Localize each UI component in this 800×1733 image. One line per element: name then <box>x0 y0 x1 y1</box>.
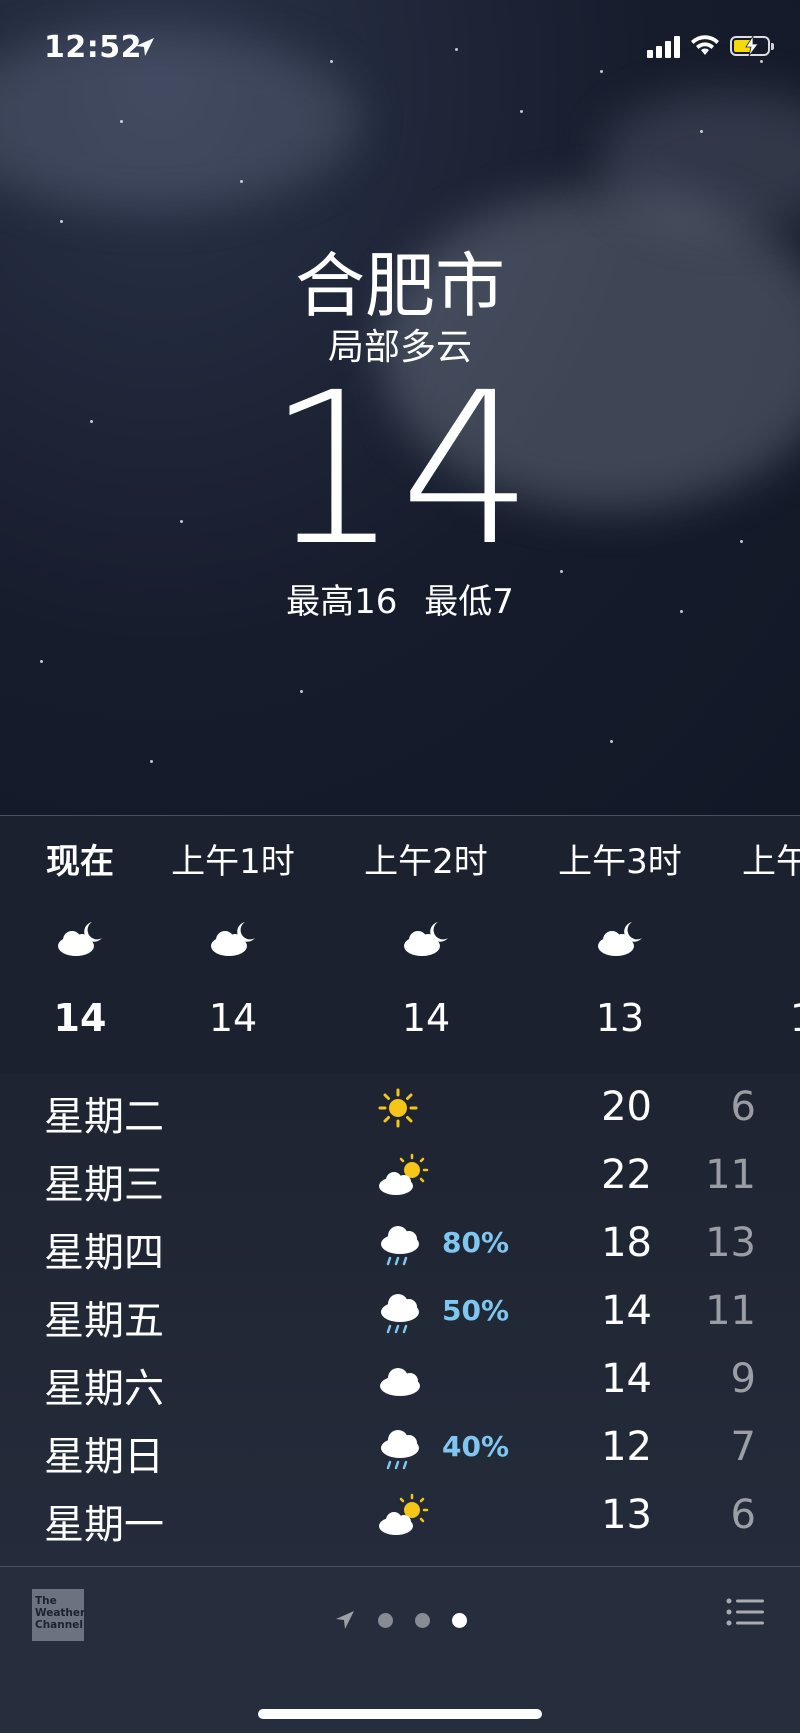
battery-icon <box>730 36 774 56</box>
day-high: 12 <box>601 1424 652 1470</box>
day-high: 13 <box>601 1492 652 1538</box>
rain-icon <box>381 1294 419 1334</box>
partly-cloudy-night-icon <box>211 922 255 956</box>
precip-chance: 50% <box>442 1294 510 1327</box>
precip-chance: 80% <box>442 1226 510 1259</box>
day-low: 9 <box>730 1356 756 1402</box>
hour-temp: 14 <box>53 996 107 1040</box>
day-low: 13 <box>705 1220 756 1266</box>
page-dot-active[interactable] <box>451 1612 467 1628</box>
today-high: 最高16 <box>286 582 398 622</box>
precip-chance: 40% <box>442 1430 510 1463</box>
list-item: 星期日 40% 12 7 <box>0 1414 800 1482</box>
wifi-icon <box>691 35 719 55</box>
day-high: 14 <box>601 1356 652 1402</box>
list-item: 星期二 20 6 <box>0 1074 800 1142</box>
hour-label: 上午 <box>742 842 800 882</box>
cellular-signal-icon <box>647 34 680 58</box>
rain-icon <box>381 1430 419 1470</box>
partly-cloudy-night-icon <box>404 922 448 956</box>
day-name: 星期三 <box>44 1162 164 1208</box>
day-high: 22 <box>601 1152 652 1198</box>
day-name: 星期六 <box>44 1366 164 1412</box>
home-indicator[interactable] <box>258 1709 542 1719</box>
hour-temp: 13 <box>595 996 645 1040</box>
day-name: 星期日 <box>44 1434 164 1480</box>
day-name: 星期二 <box>44 1094 164 1140</box>
current-temperature: 14 <box>266 347 534 592</box>
partly-sunny-icon <box>379 1153 429 1195</box>
hour-temp: 14 <box>401 996 451 1040</box>
list-item: 星期六 14 9 <box>0 1346 800 1414</box>
hour-label: 上午2时 <box>364 842 488 882</box>
location-arrow-icon <box>136 38 154 56</box>
day-name: 星期四 <box>44 1230 164 1276</box>
day-low: 7 <box>730 1424 756 1470</box>
hour-label: 上午3时 <box>558 842 682 882</box>
hour-temp: 1 <box>790 996 800 1040</box>
partly-cloudy-night-icon <box>58 922 102 956</box>
today-low: 最低7 <box>424 582 514 622</box>
hour-temp: 14 <box>208 996 258 1040</box>
city-name: 合肥市 <box>295 245 505 327</box>
page-dot[interactable] <box>377 1612 393 1628</box>
day-name: 星期一 <box>44 1502 164 1548</box>
day-low: 6 <box>730 1084 756 1130</box>
list-item: 星期一 13 6 <box>0 1482 800 1550</box>
partly-cloudy-night-icon <box>598 922 642 956</box>
day-low: 6 <box>730 1492 756 1538</box>
day-high: 18 <box>601 1220 652 1266</box>
partly-sunny-icon <box>379 1493 429 1535</box>
day-high: 20 <box>601 1084 652 1130</box>
high-low: 最高16 最低7 <box>0 574 800 623</box>
partly-cloudy-night-icon <box>794 916 800 962</box>
status-bar: 12:52 <box>0 0 800 100</box>
location-arrow-icon[interactable] <box>334 1609 356 1631</box>
daily-forecast[interactable]: 星期二 20 6 星期三 22 11 星期四 80% 18 13 星期五 50%… <box>0 1074 800 1566</box>
bottom-toolbar: The Weather Channel <box>0 1566 800 1733</box>
day-low: 11 <box>705 1288 756 1334</box>
hourly-forecast[interactable]: 现在 14 上午1时 14 上午2时 14 上午3时 13 上午 <box>0 815 800 1075</box>
day-high: 14 <box>601 1288 652 1334</box>
page-indicator[interactable] <box>0 1609 800 1631</box>
hour-label: 上午1时 <box>171 842 295 882</box>
hour-label: 现在 <box>46 842 114 882</box>
list-item: 星期三 22 11 <box>0 1142 800 1210</box>
city-list-icon[interactable] <box>726 1597 764 1627</box>
rain-icon <box>381 1226 419 1266</box>
list-item: 星期四 80% 18 13 <box>0 1210 800 1278</box>
list-item: 星期五 50% 14 11 <box>0 1278 800 1346</box>
cloud-icon <box>380 1368 420 1396</box>
day-name: 星期五 <box>44 1298 164 1344</box>
sun-icon <box>378 1088 418 1128</box>
page-dot[interactable] <box>414 1612 430 1628</box>
charging-bolt-icon <box>745 36 759 56</box>
day-low: 11 <box>705 1152 756 1198</box>
status-time: 12:52 <box>44 30 142 65</box>
